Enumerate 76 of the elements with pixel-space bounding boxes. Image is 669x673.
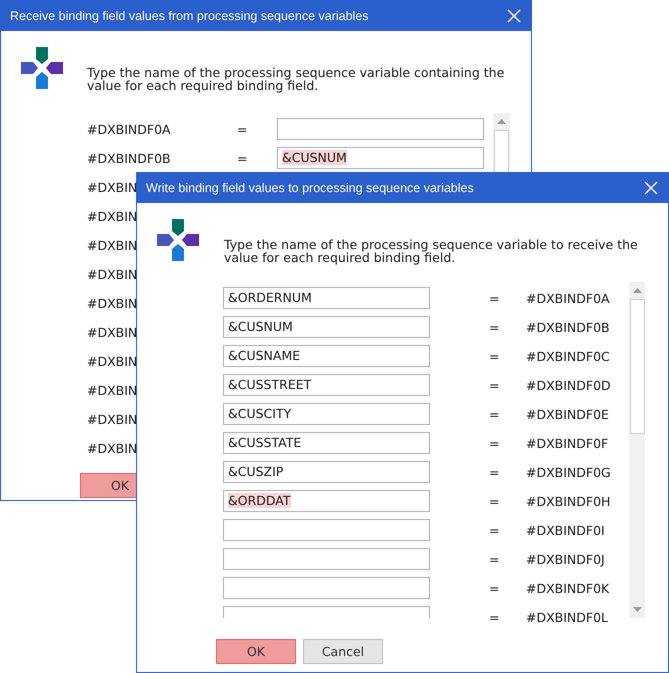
field-value: &CUSZIP bbox=[228, 464, 284, 479]
input-field[interactable]: &CUSNAME bbox=[223, 345, 430, 367]
binding-label: #DXBIN bbox=[87, 266, 138, 282]
binding-label: #DXBINDF0F bbox=[526, 436, 610, 450]
binding-label: #DXBINDF0K bbox=[526, 580, 610, 596]
equals-sign: = bbox=[489, 436, 500, 450]
close-icon[interactable] bbox=[644, 181, 658, 195]
equals-sign: = bbox=[489, 406, 500, 422]
cancel-button[interactable]: Cancel bbox=[303, 639, 383, 664]
input-field[interactable] bbox=[277, 118, 484, 140]
equals-sign: = bbox=[489, 320, 500, 334]
field-value: &CUSSTREET bbox=[228, 377, 312, 392]
equals-sign: = bbox=[489, 610, 500, 624]
input-field[interactable] bbox=[223, 606, 430, 618]
input-field[interactable]: &ORDDAT bbox=[223, 490, 430, 512]
binding-label: #DXBIN bbox=[87, 412, 138, 426]
scrollbar[interactable] bbox=[629, 282, 645, 618]
binding-label: #DXBIN bbox=[87, 440, 138, 456]
binding-label: #DXBIN bbox=[87, 382, 138, 398]
binding-label: #DXBINDF0I bbox=[526, 522, 606, 538]
binding-label: #DXBIN bbox=[87, 296, 138, 310]
close-icon[interactable] bbox=[507, 9, 521, 23]
scroll-down-icon bbox=[632, 607, 642, 612]
instruction-text: Type the name of the processing sequence variable containing the value for each required binding field. bbox=[87, 66, 506, 92]
binding-label: #DXBINDF0B bbox=[87, 150, 172, 166]
binding-label: #DXBINDF0A bbox=[87, 122, 172, 136]
field-value: &CUSSTATE bbox=[228, 435, 302, 450]
selected-text: &CUSNUM bbox=[282, 150, 347, 165]
cross-logo-icon bbox=[157, 219, 199, 261]
equals-sign: = bbox=[237, 150, 248, 166]
equals-sign: = bbox=[489, 378, 500, 392]
input-field[interactable]: &CUSNUM bbox=[277, 147, 484, 169]
ok-button[interactable]: OK bbox=[216, 639, 296, 664]
selected-text: &ORDDAT bbox=[228, 493, 291, 508]
binding-label: #DXBINDF0L bbox=[526, 610, 610, 624]
scroll-up-icon bbox=[497, 119, 506, 124]
equals-sign: = bbox=[489, 494, 500, 508]
binding-label: #DXBINDF0C bbox=[526, 348, 611, 364]
binding-label: #DXBINDF0A bbox=[526, 290, 611, 306]
window-title: Write binding field values to processing sequence variables bbox=[146, 181, 474, 195]
scroll-up-icon bbox=[632, 288, 642, 293]
equals-sign: = bbox=[489, 552, 500, 566]
input-field[interactable] bbox=[223, 548, 430, 570]
input-field[interactable] bbox=[223, 519, 430, 541]
field-value: &CUSNAME bbox=[228, 348, 300, 363]
binding-label: #DXBINDF0B bbox=[526, 320, 611, 334]
binding-label: #DXBINDF0H bbox=[526, 494, 612, 508]
field-value: &ORDERNUM bbox=[228, 290, 312, 305]
equals-sign: = bbox=[237, 122, 248, 136]
equals-sign: = bbox=[489, 464, 500, 480]
equals-sign: = bbox=[489, 580, 500, 596]
field-value: &CUSCITY bbox=[228, 406, 292, 421]
binding-label: #DXBIN bbox=[87, 180, 138, 194]
input-field[interactable]: &CUSNUM bbox=[223, 316, 430, 338]
input-field[interactable]: &CUSZIP bbox=[223, 461, 430, 483]
input-field[interactable]: &CUSSTREET bbox=[223, 374, 430, 396]
binding-label: #DXBIN bbox=[87, 324, 138, 340]
binding-label: #DXBIN bbox=[87, 238, 138, 252]
input-field[interactable]: &CUSCITY bbox=[223, 403, 430, 425]
equals-sign: = bbox=[489, 522, 500, 538]
equals-sign: = bbox=[489, 290, 500, 306]
window-title: Receive binding field values from processing sequence variables bbox=[10, 9, 369, 23]
input-field[interactable]: &CUSSTATE bbox=[223, 432, 430, 454]
instruction-text: Type the name of the processing sequence variable to receive the value for each required binding field. bbox=[224, 238, 639, 264]
field-value: &CUSNUM bbox=[228, 319, 293, 334]
cross-logo-icon bbox=[21, 47, 63, 89]
binding-label: #DXBINDF0G bbox=[526, 464, 612, 480]
equals-sign: = bbox=[489, 348, 500, 364]
binding-label: #DXBINDF0D bbox=[526, 378, 612, 392]
input-field[interactable] bbox=[223, 577, 430, 599]
binding-label: #DXBIN bbox=[87, 208, 138, 224]
binding-label: #DXBINDF0E bbox=[526, 406, 610, 422]
binding-label: #DXBIN bbox=[87, 354, 138, 368]
scroll-thumb[interactable] bbox=[630, 299, 644, 434]
input-field[interactable]: &ORDERNUM bbox=[223, 287, 430, 309]
binding-label: #DXBINDF0J bbox=[526, 552, 606, 566]
